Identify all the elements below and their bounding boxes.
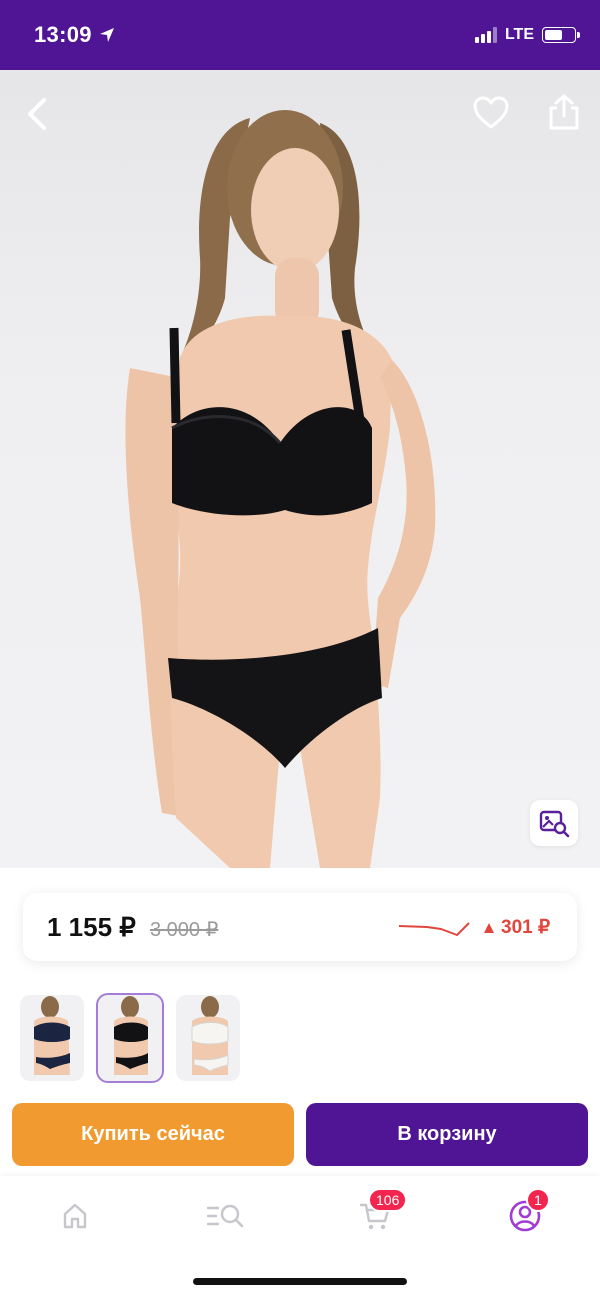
variant-photo (191, 996, 229, 1075)
price-card[interactable]: 1 155 ₽ 3 000 ₽ 301 ₽ (23, 893, 577, 961)
add-to-cart-button[interactable]: В корзину (306, 1103, 588, 1166)
product-image[interactable] (0, 70, 600, 868)
current-price: 1 155 ₽ (47, 912, 136, 942)
variant-photo (34, 996, 70, 1075)
price-change-value: 301 ₽ (501, 917, 551, 938)
variant-photo (114, 996, 148, 1075)
product-photo-model (125, 110, 436, 868)
catalog-search-icon (206, 1204, 244, 1228)
profile-notification-badge: 1 (526, 1188, 550, 1212)
status-bar: 13:09 LTE (0, 0, 600, 70)
price-change: 301 ₽ (483, 916, 550, 939)
variant-thumbnail-white[interactable] (176, 995, 240, 1081)
heart-icon[interactable] (472, 94, 510, 132)
location-arrow-icon (100, 28, 114, 42)
home-icon (63, 1203, 87, 1229)
buy-now-button[interactable]: Купить сейчас (12, 1103, 294, 1166)
signal-icon (474, 27, 497, 43)
battery-icon (542, 27, 580, 43)
visual-search-icon (539, 810, 570, 838)
variant-thumbnail-black[interactable] (96, 993, 164, 1083)
cart-count-badge: 106 (368, 1188, 408, 1212)
color-variants (20, 993, 240, 1083)
nav-home[interactable] (55, 1196, 95, 1236)
old-price: 3 000 ₽ (150, 919, 219, 941)
visual-search-button[interactable] (530, 800, 578, 846)
status-indicators: LTE (474, 26, 580, 44)
network-type: LTE (504, 26, 534, 43)
status-time: 13:09 (34, 22, 92, 47)
share-icon[interactable] (546, 92, 582, 132)
price-trend-graph (398, 922, 470, 936)
nav-catalog[interactable] (205, 1196, 245, 1236)
home-indicator (193, 1278, 407, 1285)
back-icon[interactable] (22, 94, 52, 134)
triangle-up-icon (484, 922, 494, 933)
variant-thumbnail-navy[interactable] (20, 995, 84, 1081)
